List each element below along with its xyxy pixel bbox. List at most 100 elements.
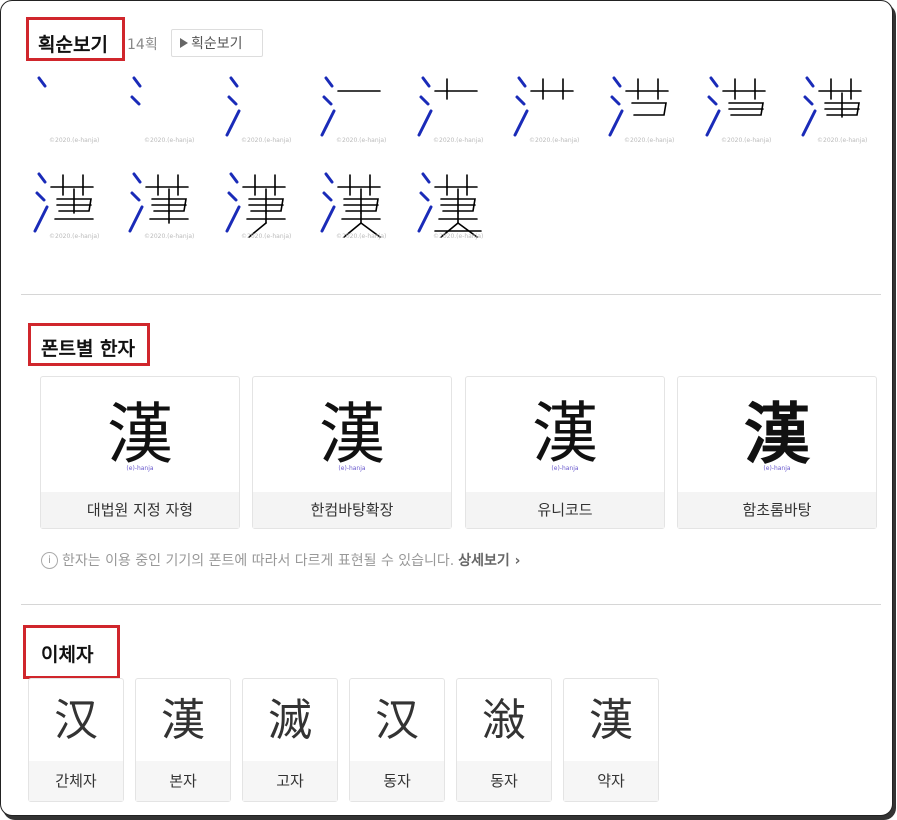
stroke-copyright: ©2020.(e-hanja) bbox=[144, 137, 195, 144]
stroke-path bbox=[324, 76, 334, 88]
font-glyph: 漢 bbox=[319, 396, 385, 473]
play-icon bbox=[180, 38, 188, 48]
stroke-copyright: ©2020.(e-hanja) bbox=[529, 137, 580, 144]
stroke-path bbox=[421, 76, 431, 88]
font-glyph: 漢 bbox=[532, 398, 598, 471]
variant-card[interactable]: 潊 동자 bbox=[456, 678, 552, 802]
variant-label: 동자 bbox=[457, 761, 551, 801]
stroke-path bbox=[320, 205, 336, 233]
stroke-step: ©2020.(e-hanja) bbox=[31, 169, 111, 249]
stroke-path bbox=[324, 172, 334, 184]
stroke-copyright: ©2020.(e-hanja) bbox=[144, 233, 195, 240]
stroke-path bbox=[227, 95, 238, 106]
stroke-path bbox=[612, 76, 622, 88]
font-label: 한컴바탕확장 bbox=[253, 492, 451, 528]
stroke-step: ©2020.(e-hanja) bbox=[415, 169, 495, 249]
more-link-label: 상세보기 bbox=[458, 553, 510, 569]
variant-card[interactable]: 漢 본자 bbox=[135, 678, 231, 802]
variant-section-title: 이체자 bbox=[41, 644, 94, 666]
variant-label: 약자 bbox=[564, 761, 658, 801]
variant-glyph: 潊 bbox=[482, 695, 526, 746]
font-card[interactable]: 漢 (e)-hanja 한컴바탕확장 bbox=[252, 376, 452, 529]
stroke-path bbox=[705, 109, 721, 137]
variant-glyph: 滅 bbox=[268, 695, 312, 746]
stroke-path bbox=[320, 109, 336, 137]
stroke-play-label: 획순보기 bbox=[191, 36, 243, 52]
stroke-copyright: ©2020.(e-hanja) bbox=[241, 137, 292, 144]
variant-card[interactable]: 滅 고자 bbox=[242, 678, 338, 802]
stroke-step: ©2020.(e-hanja) bbox=[126, 73, 206, 153]
font-notice: i 한자는 이용 중인 기기의 폰트에 따라서 다르게 표현될 수 있습니다. … bbox=[41, 550, 520, 570]
stroke-copyright: ©2020.(e-hanja) bbox=[49, 233, 100, 240]
stroke-path bbox=[37, 76, 47, 88]
stroke-copyright: ©2020.(e-hanja) bbox=[433, 233, 484, 240]
stroke-copyright: ©2020.(e-hanja) bbox=[624, 137, 675, 144]
stroke-copyright: ©2020.(e-hanja) bbox=[433, 137, 484, 144]
stroke-step: ©2020.(e-hanja) bbox=[799, 73, 879, 153]
stroke-path bbox=[419, 95, 430, 106]
stroke-path bbox=[229, 76, 239, 88]
font-section-title: 폰트별 한자 bbox=[41, 338, 136, 360]
variant-label: 본자 bbox=[136, 761, 230, 801]
stroke-copyright: ©2020.(e-hanja) bbox=[721, 137, 772, 144]
stroke-path bbox=[417, 205, 433, 233]
stroke-copyright: ©2020.(e-hanja) bbox=[336, 233, 387, 240]
font-card[interactable]: 漢 (e)-hanja 유니코드 bbox=[465, 376, 665, 529]
divider bbox=[21, 604, 881, 605]
stroke-copyright: ©2020.(e-hanja) bbox=[241, 233, 292, 240]
stroke-path bbox=[801, 109, 817, 137]
stroke-copyright: ©2020.(e-hanja) bbox=[336, 137, 387, 144]
stroke-step: ©2020.(e-hanja) bbox=[415, 73, 495, 153]
divider bbox=[21, 294, 881, 295]
stroke-path bbox=[631, 102, 667, 116]
stroke-copyright: ©2020.(e-hanja) bbox=[49, 137, 100, 144]
stroke-path bbox=[130, 191, 141, 202]
stroke-path bbox=[35, 191, 46, 202]
stroke-path bbox=[515, 95, 526, 106]
variant-glyph: 汉 bbox=[54, 695, 98, 746]
variant-label: 고자 bbox=[243, 761, 337, 801]
more-link[interactable]: 상세보기 › bbox=[458, 550, 520, 570]
stroke-path bbox=[709, 76, 719, 88]
font-card[interactable]: 漢 (e)-hanja 함초롬바탕 bbox=[677, 376, 877, 529]
variant-card[interactable]: 漢 약자 bbox=[563, 678, 659, 802]
font-credit: (e)-hanja bbox=[763, 465, 791, 472]
variant-card[interactable]: 汉 동자 bbox=[349, 678, 445, 802]
variant-glyph: 漢 bbox=[589, 695, 633, 746]
font-notice-text: 한자는 이용 중인 기기의 폰트에 따라서 다르게 표현될 수 있습니다. bbox=[62, 553, 455, 569]
stroke-path bbox=[37, 172, 47, 184]
stroke-path bbox=[803, 95, 814, 106]
font-label: 유니코드 bbox=[466, 492, 664, 528]
stroke-section-title: 획순보기 bbox=[38, 34, 108, 56]
content-panel: 획순보기 14획 획순보기 ©2020.(e-hanja) ©2020.(e-ha… bbox=[0, 0, 893, 816]
stroke-path bbox=[417, 109, 433, 137]
font-credit: (e)-hanja bbox=[338, 465, 366, 472]
stroke-path bbox=[132, 172, 142, 184]
font-glyph: 漢 bbox=[107, 396, 173, 473]
variant-label: 동자 bbox=[350, 761, 444, 801]
font-card[interactable]: 漢 (e)-hanja 대법원 지정 자형 bbox=[40, 376, 240, 529]
stroke-step: ©2020.(e-hanja) bbox=[223, 169, 303, 249]
stroke-path bbox=[610, 95, 621, 106]
stroke-step: ©2020.(e-hanja) bbox=[223, 73, 303, 153]
stroke-step: ©2020.(e-hanja) bbox=[126, 169, 206, 249]
stroke-path bbox=[322, 191, 333, 202]
variant-card[interactable]: 汉 간체자 bbox=[28, 678, 124, 802]
stroke-path bbox=[128, 205, 144, 233]
stroke-step: ©2020.(e-hanja) bbox=[318, 73, 398, 153]
stroke-play-button[interactable]: 획순보기 bbox=[171, 29, 263, 57]
variant-label: 간체자 bbox=[29, 761, 123, 801]
stroke-step: ©2020.(e-hanja) bbox=[31, 73, 111, 153]
info-icon: i bbox=[41, 551, 58, 569]
stroke-path bbox=[225, 205, 241, 233]
stroke-path bbox=[33, 205, 49, 233]
stroke-copyright: ©2020.(e-hanja) bbox=[817, 137, 868, 144]
stroke-path bbox=[608, 109, 624, 137]
stroke-count: 14획 bbox=[127, 37, 158, 53]
stroke-step: ©2020.(e-hanja) bbox=[703, 73, 783, 153]
stroke-path bbox=[419, 191, 430, 202]
chevron-right-icon: › bbox=[514, 553, 521, 569]
variant-glyph: 漢 bbox=[161, 695, 205, 746]
stroke-path bbox=[227, 191, 238, 202]
stroke-step: ©2020.(e-hanja) bbox=[606, 73, 686, 153]
